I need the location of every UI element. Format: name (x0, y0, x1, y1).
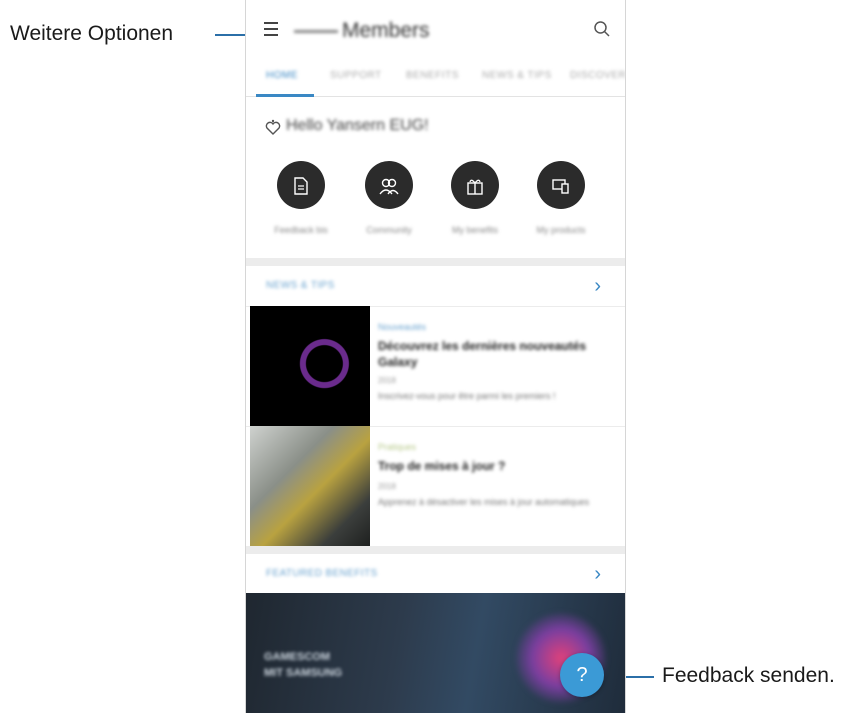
shortcut-community[interactable]: Community (346, 161, 432, 235)
article-date: 2018 (378, 482, 396, 491)
article-card[interactable]: Pratiques Trop de mises à jour ? 2018 Ap… (246, 426, 625, 547)
featured-benefits-title: FEATURED BENEFITS (266, 568, 378, 579)
article-title: Trop de mises à jour ? (378, 459, 506, 473)
people-icon (365, 161, 413, 209)
app-title: Members (294, 19, 430, 43)
greeting-section: Hello Yansern EUG! Feedback bis Communit… (246, 97, 625, 257)
callout-feedback: Feedback senden. (662, 664, 835, 687)
shortcut-my-products[interactable]: My products (518, 161, 604, 235)
heart-hand-icon (264, 119, 282, 142)
article-category: Pratiques (378, 442, 417, 452)
tab-discover[interactable]: DISCOVER (570, 70, 625, 81)
banner-line-1: GAMESCOM (264, 651, 330, 663)
shortcut-label: My products (536, 225, 586, 235)
greeting-text: Hello Yansern EUG! (286, 117, 429, 134)
app-bar: Members (246, 0, 625, 62)
article-card[interactable]: Nouveautés Découvrez les dernières nouve… (246, 306, 625, 427)
article-thumbnail (250, 306, 370, 426)
article-thumbnail (250, 426, 370, 546)
shortcut-label: Community (366, 225, 412, 235)
featured-banner[interactable]: GAMESCOM MIT SAMSUNG (246, 593, 625, 713)
menu-icon[interactable] (264, 22, 280, 36)
gift-icon (451, 161, 499, 209)
devices-icon (537, 161, 585, 209)
divider (246, 546, 625, 554)
article-description: Apprenez à désactiver les mises à jour a… (378, 497, 590, 507)
tab-bar: HOME SUPPORT BENEFITS NEWS & TIPS DISCOV… (246, 62, 625, 97)
shortcut-feedback[interactable]: Feedback bis (258, 161, 344, 235)
document-icon (277, 161, 325, 209)
tab-home[interactable]: HOME (266, 70, 298, 81)
search-icon[interactable] (593, 20, 611, 38)
shortcut-label: My benefits (451, 225, 499, 235)
tab-news-tips[interactable]: NEWS & TIPS (482, 70, 552, 81)
article-date: 2018 (378, 376, 396, 385)
banner-line-2: MIT SAMSUNG (264, 667, 343, 679)
shortcut-label: Feedback bis (274, 225, 328, 235)
article-title: Découvrez les dernières nouveautés Galax… (378, 339, 587, 369)
chevron-right-icon[interactable]: › (594, 563, 601, 586)
news-tips-title: NEWS & TIPS (266, 280, 335, 291)
chevron-right-icon[interactable]: › (594, 275, 601, 298)
article-category: Nouveautés (378, 322, 427, 332)
featured-benefits-header[interactable]: FEATURED BENEFITS › (246, 554, 625, 595)
article-description: Inscrivez-vous pour être parmi les premi… (378, 391, 556, 401)
callout-more-options: Weitere Optionen (10, 22, 174, 45)
feedback-button[interactable]: ? (560, 653, 604, 697)
news-tips-header[interactable]: NEWS & TIPS › (246, 266, 625, 307)
divider (246, 258, 625, 266)
tab-benefits[interactable]: BENEFITS (406, 70, 459, 81)
shortcut-my-benefits[interactable]: My benefits (432, 161, 518, 235)
tab-support[interactable]: SUPPORT (330, 70, 382, 81)
phone-screen: Members HOME SUPPORT BENEFITS NEWS & TIP… (245, 0, 626, 713)
